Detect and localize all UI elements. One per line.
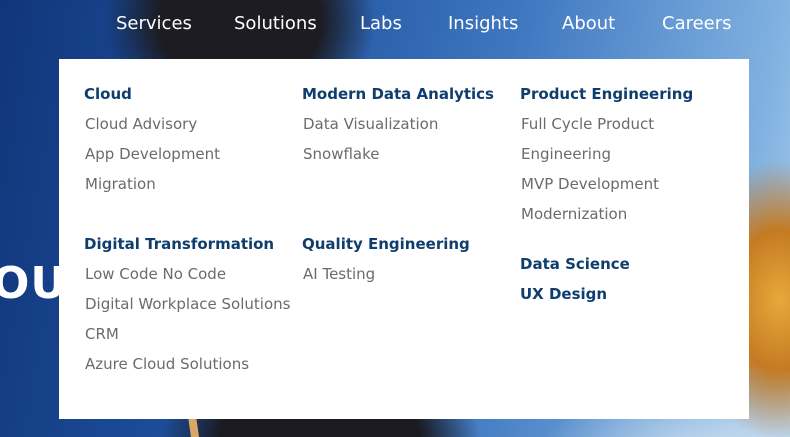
top-nav: Services Solutions Labs Insights About C… (0, 0, 790, 50)
menu-link-snowflake[interactable]: Snowflake (303, 145, 380, 163)
solutions-dropdown-menu: Cloud Cloud Advisory App Development Mig… (59, 59, 749, 419)
menu-heading-quality-engineering[interactable]: Quality Engineering (302, 235, 470, 253)
nav-item-services[interactable]: Services (116, 13, 192, 34)
menu-link-full-cycle-product[interactable]: Full Cycle Product (521, 115, 654, 133)
nav-item-labs[interactable]: Labs (360, 13, 402, 34)
menu-link-digital-workplace-solutions[interactable]: Digital Workplace Solutions (85, 295, 290, 313)
menu-link-modernization[interactable]: Modernization (521, 205, 627, 223)
menu-link-cloud-advisory[interactable]: Cloud Advisory (85, 115, 197, 133)
menu-link-mvp-development[interactable]: MVP Development (521, 175, 659, 193)
menu-link-app-development[interactable]: App Development (85, 145, 220, 163)
menu-link-azure-cloud-solutions[interactable]: Azure Cloud Solutions (85, 355, 249, 373)
hero-headline: OU (0, 258, 68, 309)
menu-link-low-code-no-code[interactable]: Low Code No Code (85, 265, 226, 283)
menu-link-data-visualization[interactable]: Data Visualization (303, 115, 438, 133)
menu-heading-data-science[interactable]: Data Science (520, 255, 630, 273)
menu-link-crm[interactable]: CRM (85, 325, 119, 343)
menu-heading-cloud[interactable]: Cloud (84, 85, 132, 103)
menu-heading-modern-data-analytics[interactable]: Modern Data Analytics (302, 85, 494, 103)
menu-link-ai-testing[interactable]: AI Testing (303, 265, 375, 283)
nav-item-insights[interactable]: Insights (448, 13, 518, 34)
menu-heading-product-engineering[interactable]: Product Engineering (520, 85, 693, 103)
nav-item-careers[interactable]: Careers (662, 13, 732, 34)
nav-item-about[interactable]: About (562, 13, 615, 34)
menu-heading-ux-design[interactable]: UX Design (520, 285, 607, 303)
menu-link-migration[interactable]: Migration (85, 175, 156, 193)
menu-link-engineering[interactable]: Engineering (521, 145, 611, 163)
menu-heading-digital-transformation[interactable]: Digital Transformation (84, 235, 274, 253)
nav-item-solutions[interactable]: Solutions (234, 13, 317, 34)
